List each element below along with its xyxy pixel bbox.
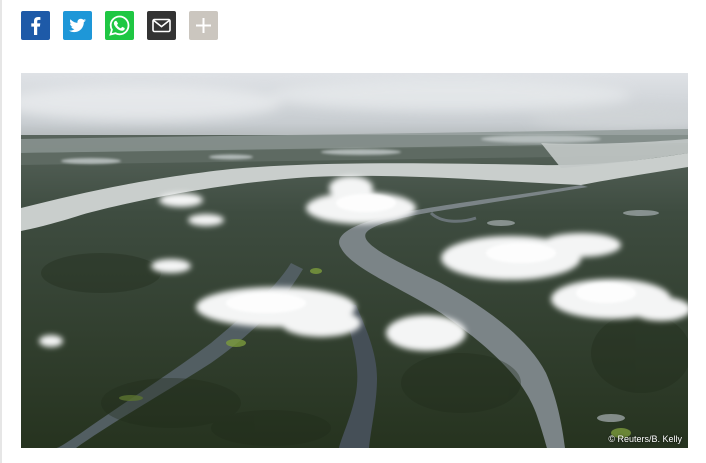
amazon-river-aerial-image [21, 73, 688, 448]
photo-credit: © Reuters/B. Kelly [608, 434, 682, 444]
email-share-button[interactable] [147, 11, 176, 40]
photo-caption [21, 454, 688, 463]
whatsapp-icon [109, 15, 130, 36]
share-bar [21, 11, 218, 40]
plus-icon [196, 18, 211, 33]
twitter-share-button[interactable] [63, 11, 92, 40]
twitter-bird-icon [69, 18, 86, 33]
envelope-icon [152, 18, 171, 33]
article-photo: © Reuters/B. Kelly [21, 73, 688, 448]
page-left-border [0, 0, 2, 463]
whatsapp-share-button[interactable] [105, 11, 134, 40]
facebook-icon [31, 17, 41, 35]
facebook-share-button[interactable] [21, 11, 50, 40]
more-share-button[interactable] [189, 11, 218, 40]
